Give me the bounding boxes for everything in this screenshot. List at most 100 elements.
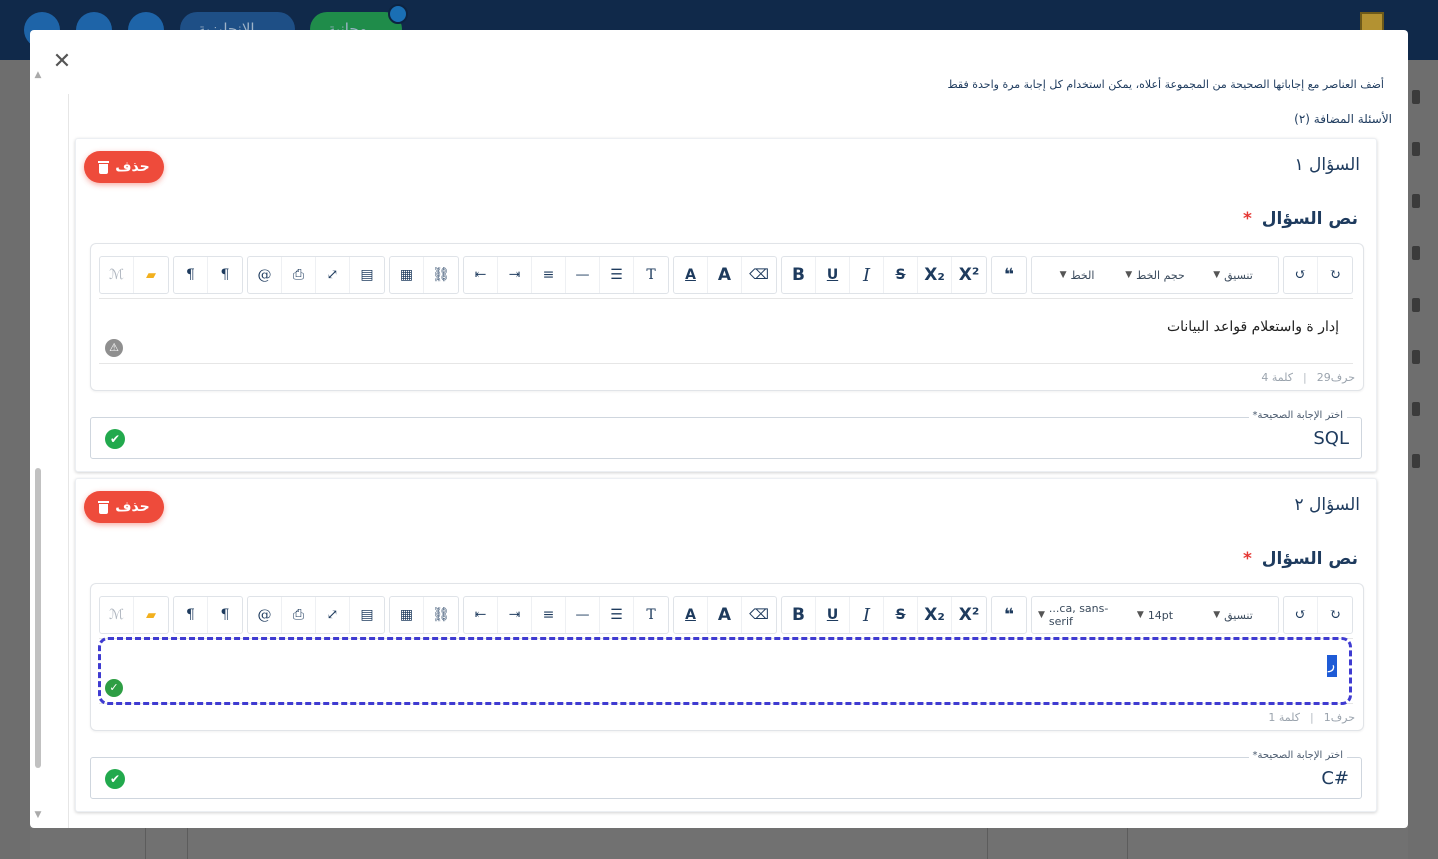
style-select[interactable]: ▼ تنسيق [1194,269,1272,282]
template-icon[interactable]: ▤ [350,257,384,293]
bold-icon[interactable]: B [782,597,816,633]
subscript-icon[interactable]: X₂ [918,257,952,293]
subscript-icon[interactable]: X₂ [918,597,952,633]
grammar-check-icon: ✓ [105,679,123,697]
chevron-down-icon: ▼ [1125,270,1133,280]
quote-icon[interactable]: ❝ [992,597,1026,633]
line-height-icon[interactable]: T [634,597,668,633]
mention-icon[interactable]: @ [248,257,282,293]
answer-value: C# [1321,768,1349,789]
background-side-icons [1408,90,1438,506]
added-questions-title: الأسئلة المضافة (٢) [1294,112,1392,126]
outdent-icon[interactable]: ⇤ [464,597,498,633]
eraser-icon[interactable]: ⌫ [742,597,776,633]
folder-icon[interactable]: ▰ [134,257,168,293]
format-selects: ▼ الخط ▼ حجم الخط ▼ تنسيق [1031,256,1279,294]
rtl-icon[interactable]: ¶ [208,257,242,293]
strikethrough-icon[interactable]: S [884,257,918,293]
undo-icon[interactable]: ↺ [1284,597,1318,633]
editor-toolbar: ℳ ▰ ¶ ¶ @ ⎙ ⤢ ▤ ▦ ⛓ ⇤ ⇥ ≡ — ☰ T A A ⌫ B … [99,592,1353,638]
quote-icon[interactable]: ❝ [992,257,1026,293]
font-color-icon[interactable]: A [674,257,708,293]
list-icon[interactable]: ☰ [600,597,634,633]
link-icon[interactable]: ⛓ [424,257,458,293]
background-left [0,60,30,859]
align-icon[interactable]: ≡ [532,597,566,633]
size-select[interactable]: ▼ 14pt [1116,609,1194,622]
font-color-icon[interactable]: A [674,597,708,633]
editor-counts: حرف1 | كلمة 1 [1268,711,1355,724]
source-icon[interactable]: ℳ [100,257,134,293]
scroll-up-icon[interactable]: ▲ [33,70,43,80]
redo-icon[interactable]: ↻ [1318,597,1352,633]
required-mark: * [1242,549,1252,569]
style-select[interactable]: ▼ تنسيق [1194,609,1272,622]
print-icon[interactable]: ⎙ [282,257,316,293]
trash-icon [98,500,110,514]
horizontal-rule-icon[interactable]: — [566,597,600,633]
strikethrough-icon[interactable]: S [884,597,918,633]
answer-select[interactable]: اختر الإجابة الصحيحة* C# ✔ [90,750,1362,799]
question-title: السؤال ٢ [1294,495,1360,515]
bold-icon[interactable]: B [782,257,816,293]
size-select[interactable]: ▼ حجم الخط [1116,269,1194,282]
underline-icon[interactable]: U [816,597,850,633]
scrollbar[interactable]: ▲ ▼ [32,70,44,820]
delete-label: حذف [115,159,150,175]
indent-icon[interactable]: ⇥ [498,257,532,293]
delete-button[interactable]: حذف [84,491,164,523]
focus-outline [98,637,1352,705]
highlight-icon[interactable]: A [708,597,742,633]
table-icon[interactable]: ▦ [390,257,424,293]
italic-icon[interactable]: I [850,597,884,633]
superscript-icon[interactable]: X² [952,257,986,293]
char-count: حرف1 [1323,711,1355,724]
table-icon[interactable]: ▦ [390,597,424,633]
font-select[interactable]: ▼ الخط [1038,269,1116,282]
outdent-icon[interactable]: ⇤ [464,257,498,293]
rtl-icon[interactable]: ¶ [208,597,242,633]
fullscreen-icon[interactable]: ⤢ [316,597,350,633]
required-mark: * [1242,209,1252,229]
highlight-icon[interactable]: A [708,257,742,293]
ltr-icon[interactable]: ¶ [174,597,208,633]
fullscreen-icon[interactable]: ⤢ [316,257,350,293]
rich-text-editor: ℳ ▰ ¶ ¶ @ ⎙ ⤢ ▤ ▦ ⛓ ⇤ ⇥ ≡ — ☰ T A A ⌫ B … [90,583,1364,731]
redo-icon[interactable]: ↻ [1318,257,1352,293]
question-card: السؤال ١ حذف نص السؤال * ℳ ▰ ¶ ¶ @ ⎙ ⤢ ▤… [75,138,1377,472]
delete-label: حذف [115,499,150,515]
print-icon[interactable]: ⎙ [282,597,316,633]
horizontal-rule-icon[interactable]: — [566,257,600,293]
template-icon[interactable]: ▤ [350,597,384,633]
eraser-icon[interactable]: ⌫ [742,257,776,293]
scroll-down-icon[interactable]: ▼ [33,810,43,820]
close-icon[interactable]: ✕ [50,50,74,74]
question-text-label-text: نص السؤال [1261,209,1358,229]
answer-select[interactable]: اختر الإجابة الصحيحة* SQL ✔ [90,410,1362,459]
indent-icon[interactable]: ⇥ [498,597,532,633]
ltr-icon[interactable]: ¶ [174,257,208,293]
link-icon[interactable]: ⛓ [424,597,458,633]
editor-content[interactable]: ر ✓ [98,637,1353,705]
scroll-thumb[interactable] [35,468,41,768]
editor-text[interactable]: ر [1328,657,1335,673]
question-title: السؤال ١ [1294,155,1360,175]
underline-icon[interactable]: U [816,257,850,293]
background-bottom [30,828,1408,859]
mention-icon[interactable]: @ [248,597,282,633]
font-select[interactable]: ▼ ...ca, sans-serif [1038,602,1116,628]
editor-content[interactable]: إدار ة واستعلام قواعد البيانات ⚠ [99,298,1353,364]
instruction-text: أضف العناصر مع إجاباتها الصحيحة من المجم… [947,78,1384,91]
line-height-icon[interactable]: T [634,257,668,293]
italic-icon[interactable]: I [850,257,884,293]
delete-button[interactable]: حذف [84,151,164,183]
word-count: كلمة 4 [1261,371,1293,384]
list-icon[interactable]: ☰ [600,257,634,293]
editor-text[interactable]: إدار ة واستعلام قواعد البيانات [1167,319,1339,335]
undo-icon[interactable]: ↺ [1284,257,1318,293]
folder-icon[interactable]: ▰ [134,597,168,633]
superscript-icon[interactable]: X² [952,597,986,633]
align-icon[interactable]: ≡ [532,257,566,293]
source-icon[interactable]: ℳ [100,597,134,633]
question-text-label-text: نص السؤال [1261,549,1358,569]
